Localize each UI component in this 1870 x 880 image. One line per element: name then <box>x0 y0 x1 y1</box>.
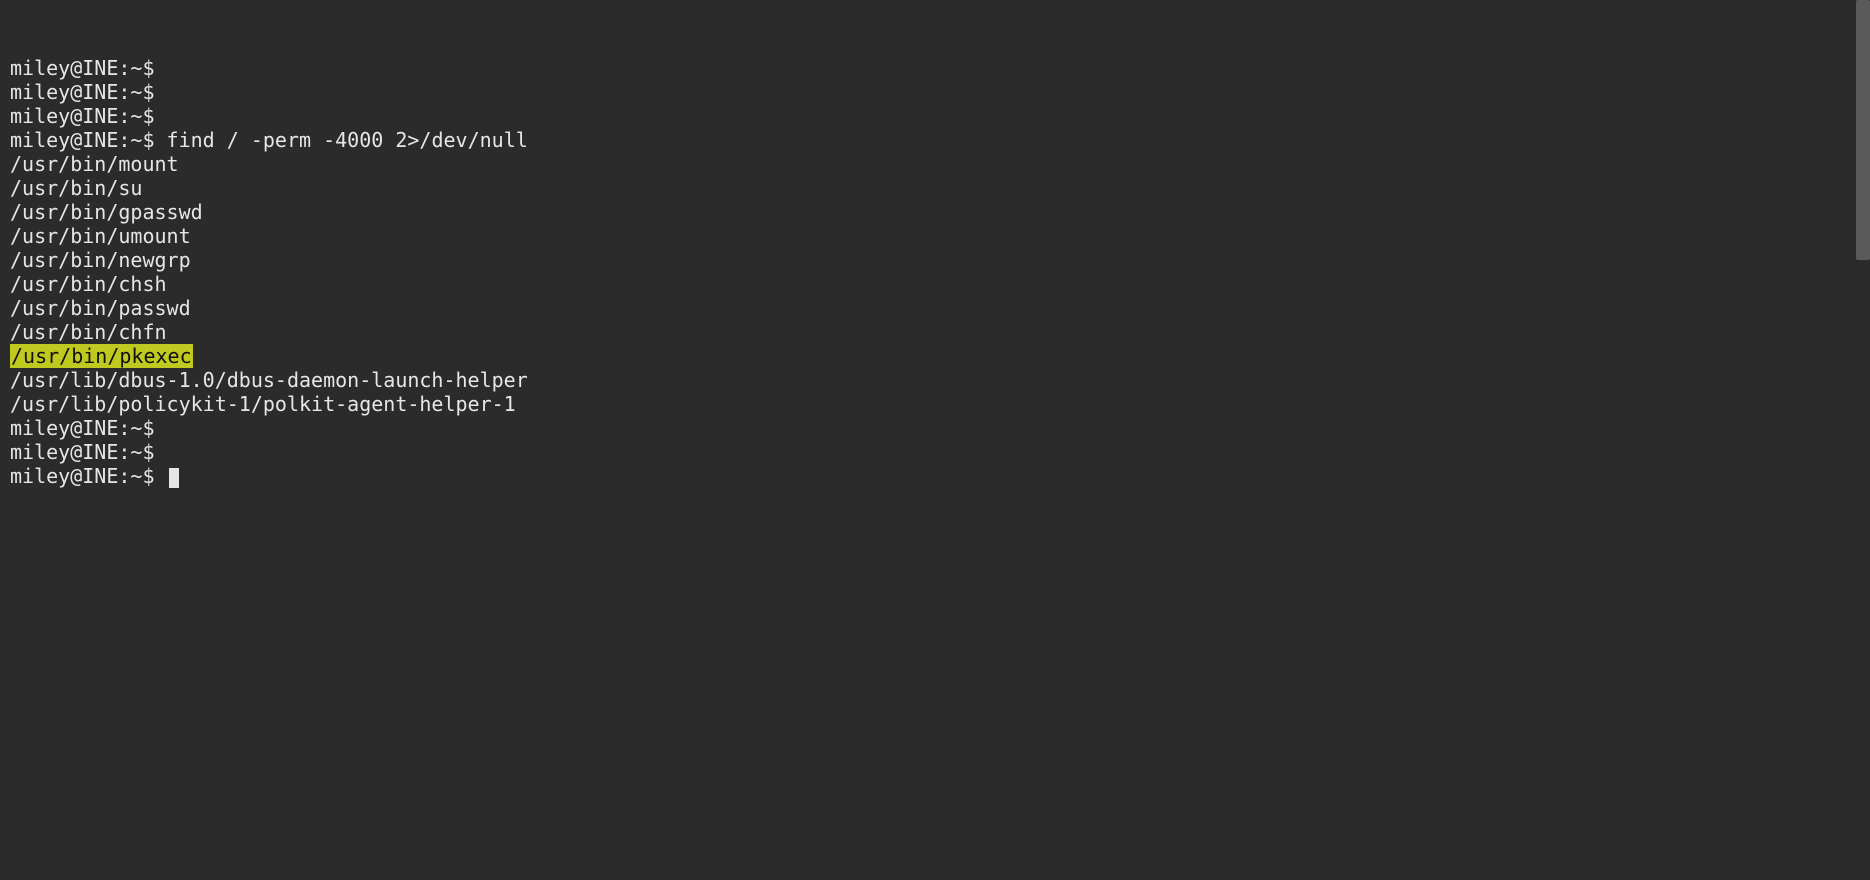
terminal-line: /usr/lib/dbus-1.0/dbus-daemon-launch-hel… <box>10 368 1860 392</box>
command-text: find / -perm -4000 2>/dev/null <box>167 128 528 152</box>
output-text: /usr/bin/su <box>10 176 142 200</box>
terminal-line: miley@INE:~$ find / -perm -4000 2>/dev/n… <box>10 128 1860 152</box>
output-text: /usr/bin/passwd <box>10 296 191 320</box>
output-text: /usr/bin/umount <box>10 224 191 248</box>
terminal-line: miley@INE:~$ <box>10 104 1860 128</box>
prompt: miley@INE:~$ <box>10 104 155 128</box>
scrollbar-track[interactable] <box>1856 0 1870 880</box>
terminal-line: /usr/bin/passwd <box>10 296 1860 320</box>
terminal-line: /usr/lib/policykit-1/polkit-agent-helper… <box>10 392 1860 416</box>
output-text: /usr/lib/dbus-1.0/dbus-daemon-launch-hel… <box>10 368 528 392</box>
output-text: /usr/bin/chsh <box>10 272 167 296</box>
prompt: miley@INE:~$ <box>10 440 155 464</box>
prompt: miley@INE:~$ <box>10 56 155 80</box>
terminal-line: /usr/bin/chfn <box>10 320 1860 344</box>
terminal-line: /usr/bin/umount <box>10 224 1860 248</box>
output-text: /usr/bin/gpasswd <box>10 200 203 224</box>
terminal-line: /usr/bin/gpasswd <box>10 200 1860 224</box>
prompt: miley@INE:~$ <box>10 80 155 104</box>
terminal[interactable]: miley@INE:~$miley@INE:~$miley@INE:~$mile… <box>0 0 1870 880</box>
prompt: miley@INE:~$ <box>10 464 155 488</box>
terminal-line: miley@INE:~$ <box>10 56 1860 80</box>
terminal-line: /usr/bin/newgrp <box>10 248 1860 272</box>
terminal-line: /usr/bin/su <box>10 176 1860 200</box>
terminal-line: miley@INE:~$ <box>10 464 1860 488</box>
terminal-line: /usr/bin/chsh <box>10 272 1860 296</box>
highlighted-output: /usr/bin/pkexec <box>10 344 193 368</box>
output-text: /usr/bin/chfn <box>10 320 167 344</box>
cursor <box>169 468 179 488</box>
terminal-line: /usr/bin/mount <box>10 152 1860 176</box>
output-text: /usr/bin/mount <box>10 152 179 176</box>
terminal-line: miley@INE:~$ <box>10 440 1860 464</box>
prompt: miley@INE:~$ <box>10 416 155 440</box>
output-text: /usr/lib/policykit-1/polkit-agent-helper… <box>10 392 516 416</box>
terminal-line: miley@INE:~$ <box>10 80 1860 104</box>
prompt: miley@INE:~$ <box>10 128 155 152</box>
terminal-line: miley@INE:~$ <box>10 416 1860 440</box>
output-text: /usr/bin/newgrp <box>10 248 191 272</box>
scrollbar-thumb[interactable] <box>1856 0 1870 260</box>
terminal-line: /usr/bin/pkexec <box>10 344 1860 368</box>
